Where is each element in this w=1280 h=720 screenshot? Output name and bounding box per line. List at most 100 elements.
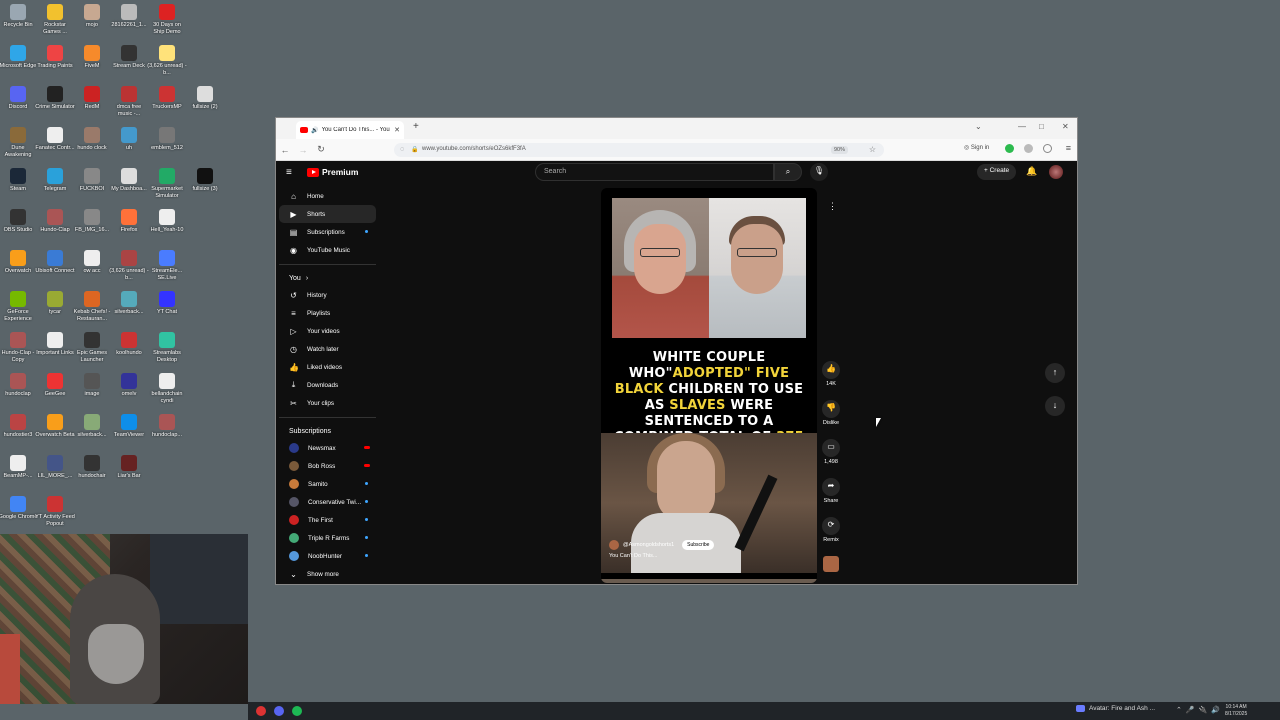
sidebar-channel-triple-r-farms[interactable]: Triple R Farms <box>279 529 376 547</box>
short-video-player[interactable]: WHITE COUPLE WHO"ADOPTED" FIVE BLACK CHI… <box>601 188 817 583</box>
search-button[interactable]: ⌕ <box>774 163 802 181</box>
maximize-icon[interactable]: □ <box>1039 122 1044 131</box>
share-action[interactable]: ➦ Share <box>821 478 841 512</box>
desktop-icon[interactable]: koolhundo <box>109 332 149 357</box>
comment-icon[interactable]: ▭ <box>822 439 840 457</box>
desktop-icon[interactable]: Trading Paints <box>35 45 75 70</box>
zoom-level[interactable]: 90% <box>830 146 848 154</box>
youtube-logo[interactable]: Premium <box>307 167 358 177</box>
desktop-icon[interactable]: Discord <box>0 86 38 111</box>
notifications-bell-icon[interactable]: 🔔 <box>1026 166 1037 177</box>
desktop-icon[interactable]: Microsoft Edge <box>0 45 38 70</box>
taskbar-spotify-icon[interactable] <box>292 706 302 716</box>
bookmark-star-icon[interactable]: ☆ <box>869 145 876 154</box>
desktop-icon[interactable]: Rockstar Games ... <box>35 4 75 35</box>
desktop-icon[interactable]: Dune Awakening <box>0 127 38 158</box>
subscribe-button[interactable]: Subscribe <box>682 540 715 550</box>
desktop-icon[interactable]: silverback... <box>109 291 149 316</box>
menu-icon[interactable]: ≡ <box>286 167 292 178</box>
desktop-icon[interactable]: TeamViewer <box>109 414 149 439</box>
desktop-icon[interactable]: Epic Games Launcher <box>72 332 112 363</box>
sidebar-channel-bob-ross[interactable]: Bob Ross <box>279 457 376 475</box>
remix-icon[interactable]: ⟳ <box>822 517 840 535</box>
more-options-icon[interactable]: ⋮ <box>828 201 837 212</box>
taskbar-media-widget[interactable]: Avatar: Fire and Ash ... <box>1076 705 1155 712</box>
desktop-icon[interactable]: tycar <box>35 291 75 316</box>
sidebar-channel-the-first[interactable]: The First <box>279 511 376 529</box>
url-field[interactable]: ◌ 🔒 www.youtube.com/shorts/eOZs6kfF3fA 9… <box>394 143 884 157</box>
video-progress-bar[interactable] <box>601 579 817 583</box>
sound-source-avatar[interactable] <box>823 556 839 572</box>
desktop-icon[interactable]: Google Chrome <box>0 496 38 521</box>
dislike-icon[interactable]: 👎 <box>822 400 840 418</box>
desktop-icon[interactable]: OBS Studio <box>0 209 38 234</box>
taskbar-discord-icon[interactable] <box>274 706 284 716</box>
forward-icon[interactable]: → <box>294 145 312 155</box>
desktop-icon[interactable]: TruckersMP <box>147 86 187 111</box>
sign-in-button[interactable]: ◎ Sign in <box>964 144 989 151</box>
like-action[interactable]: 👍 14K <box>821 361 841 395</box>
sidebar-channel-noobhunter[interactable]: NoobHunter <box>279 547 376 565</box>
desktop-icon[interactable]: Overwatch <box>0 250 38 275</box>
system-tray[interactable]: ⌃🎤🔌🔊 <box>1176 706 1224 714</box>
desktop-icon[interactable]: omelv <box>109 373 149 398</box>
desktop-icon[interactable]: fullsize (2) <box>185 86 225 111</box>
sidebar-item-subscriptions[interactable]: ▤ Subscriptions <box>279 223 376 241</box>
desktop-icon[interactable]: Liar's Bar <box>109 455 149 480</box>
desktop-icon[interactable]: BeamMP-... <box>0 455 38 480</box>
desktop-icon[interactable]: Hundo-Clap <box>35 209 75 234</box>
tab-close-icon[interactable]: ✕ <box>394 126 400 134</box>
back-icon[interactable]: ← <box>276 145 294 155</box>
show-more-button[interactable]: ⌄ Show more <box>279 565 376 583</box>
desktop-icon[interactable]: Crime Simulator <box>35 86 75 111</box>
browser-tab[interactable]: 🔊 You Can't Do This... - YouTube ✕ <box>296 121 404 139</box>
sidebar-item-downloads[interactable]: ⤓ Downloads <box>279 376 376 394</box>
sidebar-you-heading[interactable]: You › <box>276 270 381 286</box>
desktop-icon[interactable]: Stream Deck <box>109 45 149 70</box>
desktop-icon[interactable]: (3,626 unread) - b... <box>147 45 187 76</box>
remix-action[interactable]: ⟳ Remix <box>821 517 841 551</box>
sidebar-item-your-clips[interactable]: ✂ Your clips <box>279 394 376 412</box>
sidebar-item-playlists[interactable]: ≡ Playlists <box>279 304 376 322</box>
account-avatar[interactable] <box>1049 165 1063 179</box>
sidebar-item-your-videos[interactable]: ▷ Your videos <box>279 322 376 340</box>
new-tab-icon[interactable]: + <box>413 121 419 132</box>
desktop-icon[interactable]: FiveM <box>72 45 112 70</box>
desktop-icon[interactable]: 30 Days on Ship Demo <box>147 4 187 35</box>
desktop-icon[interactable]: emblem_512 <box>147 127 187 152</box>
search-input[interactable]: Search <box>535 163 774 181</box>
desktop-icon[interactable]: Ubisoft Connect <box>35 250 75 275</box>
desktop-icon[interactable]: GeeGee <box>35 373 75 398</box>
sidebar-item-liked-videos[interactable]: 👍 Liked videos <box>279 358 376 376</box>
desktop-icon[interactable]: fullsize (3) <box>185 168 225 193</box>
clock[interactable]: 10:14 AM 8/17/2025 <box>1225 704 1247 717</box>
speaker-icon[interactable]: 🔊 <box>311 127 318 134</box>
desktop-icon[interactable]: Telegram <box>35 168 75 193</box>
lock-icon[interactable]: 🔒 <box>411 146 418 153</box>
create-button[interactable]: + Create <box>977 164 1017 180</box>
tab-list-icon[interactable]: ⌄ <box>975 122 982 131</box>
desktop-icon[interactable]: Recycle Bin <box>0 4 38 29</box>
extension-grey-icon[interactable] <box>1024 144 1033 153</box>
sidebar-channel-newsmax[interactable]: Newsmax <box>279 439 376 457</box>
desktop-icon[interactable]: Supermarket Simulator <box>147 168 187 199</box>
desktop-icon[interactable]: YT Activity Feed Popout <box>35 496 75 527</box>
reload-icon[interactable]: ↻ <box>312 144 330 155</box>
desktop-icon[interactable]: Streamlabs Desktop <box>147 332 187 363</box>
desktop-icon[interactable]: Hundo-Clap - Copy <box>0 332 38 363</box>
desktop-icon[interactable]: GeForce Experience <box>0 291 38 322</box>
share-icon[interactable]: ➦ <box>822 478 840 496</box>
extension-green-icon[interactable] <box>1005 144 1014 153</box>
desktop-icon[interactable]: image <box>72 373 112 398</box>
window-close-icon[interactable]: ✕ <box>1062 122 1069 131</box>
desktop-icon[interactable]: FUCKBOI <box>72 168 112 193</box>
desktop-icon[interactable]: Steam <box>0 168 38 193</box>
dislike-action[interactable]: 👎 Dislike <box>821 400 841 434</box>
voice-search-button[interactable]: 🎙 <box>810 163 828 181</box>
desktop-icon[interactable]: 28162261_1... <box>109 4 149 29</box>
sidebar-item-youtube-music[interactable]: ◉ YouTube Music <box>279 241 376 259</box>
desktop-icon[interactable]: hundostier3 <box>0 414 38 439</box>
desktop-icon[interactable]: Important Links <box>35 332 75 357</box>
desktop-icon[interactable]: Overwatch Beta <box>35 414 75 439</box>
like-icon[interactable]: 👍 <box>822 361 840 379</box>
